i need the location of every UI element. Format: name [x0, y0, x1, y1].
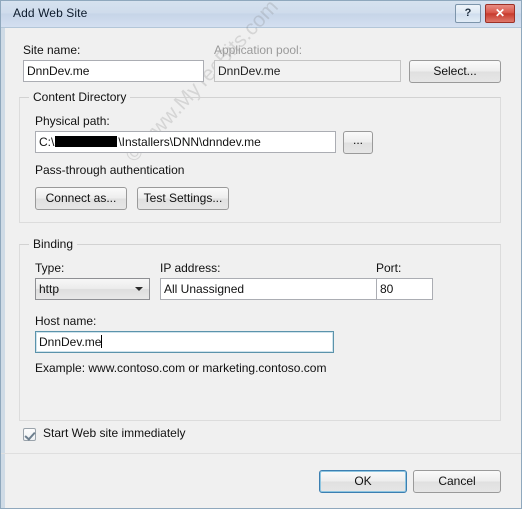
- content-directory-group-title: Content Directory: [29, 90, 131, 104]
- ip-address-label: IP address:: [160, 261, 221, 275]
- redaction-bar: [55, 136, 118, 147]
- port-label: Port:: [376, 261, 402, 275]
- physical-path-label: Physical path:: [35, 114, 110, 128]
- application-pool-input: DnnDev.me: [214, 60, 401, 82]
- checkbox-checked-icon: [23, 428, 36, 441]
- ip-address-value: All Unassigned: [164, 282, 245, 296]
- connect-as-button[interactable]: Connect as...: [35, 187, 127, 210]
- window-title: Add Web Site: [13, 6, 88, 20]
- physical-path-suffix: \Installers\DNN\dnndev.me: [118, 135, 261, 149]
- port-input[interactable]: 80: [376, 278, 433, 300]
- binding-type-select[interactable]: http: [35, 278, 150, 300]
- binding-group-title: Binding: [29, 237, 78, 251]
- physical-path-input[interactable]: C:\ \Installers\DNN\dnndev.me: [35, 131, 336, 153]
- site-name-label: Site name:: [23, 43, 81, 57]
- help-icon[interactable]: ?: [455, 4, 481, 23]
- binding-type-label: Type:: [35, 261, 65, 275]
- pass-through-authentication-label: Pass-through authentication: [35, 163, 185, 177]
- host-name-label: Host name:: [35, 314, 97, 328]
- site-name-input[interactable]: DnnDev.me: [23, 60, 204, 82]
- add-web-site-dialog: Add Web Site ? ✕ © www.MyTecBits.com Sit…: [0, 0, 522, 509]
- title-bar[interactable]: Add Web Site ? ✕: [1, 1, 521, 28]
- ok-button[interactable]: OK: [319, 470, 407, 493]
- test-settings-button[interactable]: Test Settings...: [137, 187, 229, 210]
- text-caret: [101, 335, 103, 348]
- binding-type-value: http: [39, 282, 60, 296]
- host-name-input[interactable]: DnnDev.me: [35, 331, 334, 353]
- start-website-checkbox-label: Start Web site immediately: [43, 426, 186, 440]
- footer-divider: [1, 453, 521, 454]
- start-website-checkbox[interactable]: Start Web site immediately: [23, 426, 223, 444]
- select-button[interactable]: Select...: [409, 60, 501, 83]
- physical-path-prefix: C:\: [39, 135, 55, 149]
- application-pool-label: Application pool:: [214, 43, 303, 57]
- chevron-down-icon: [135, 287, 143, 291]
- ip-address-select[interactable]: All Unassigned: [160, 278, 398, 300]
- host-name-example-text: Example: www.contoso.com or marketing.co…: [35, 361, 327, 375]
- host-name-value: DnnDev.me: [39, 335, 102, 349]
- close-icon[interactable]: ✕: [485, 4, 515, 23]
- browse-button[interactable]: ...: [343, 131, 373, 154]
- cancel-button[interactable]: Cancel: [413, 470, 501, 493]
